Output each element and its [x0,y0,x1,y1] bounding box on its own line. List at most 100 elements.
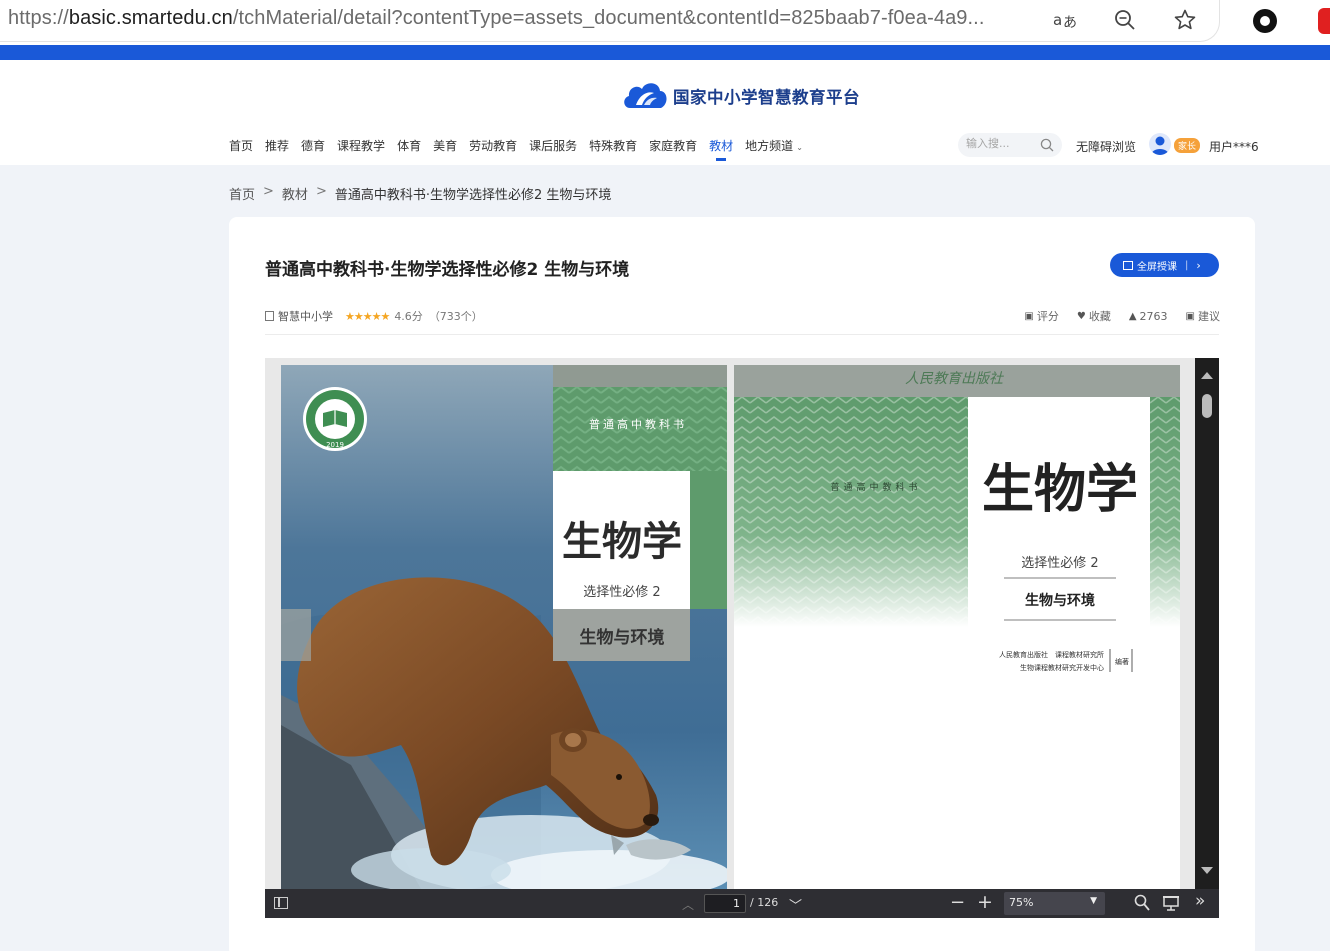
nav-item-label: 地方频道 [745,139,794,153]
thumbs-up-icon: ▲ [1128,310,1137,322]
resource-actions: ▣ 评分 ♥ 收藏 ▲ 2763 ▣ 建议 [1006,308,1220,324]
heart-icon: ♥ [1076,310,1086,322]
nav-item-label: 教材 [709,139,734,153]
svg-text:a: a [1053,11,1062,29]
viewer-toolbar: ︿ / 126 ﹀ − + 75% ▼ » [265,889,1219,918]
browser-toolbar: https://basic.smartedu.cn/tchMaterial/de… [0,0,1330,45]
nav-item[interactable]: 家庭教育 [649,137,697,159]
nav-item-label: 推荐 [265,139,290,153]
suggest-label: 建议 [1198,310,1220,323]
like-button[interactable]: ▲ 2763 [1129,308,1168,324]
breadcrumb-separator: > [315,184,327,199]
scroll-down-icon[interactable] [1201,867,1213,874]
scroll-up-icon[interactable] [1201,372,1213,379]
pdf-viewer[interactable]: 2019 普通高中教科书 生物学 选择性必修 2 生物与环境 人民教育出版社 普… [265,358,1219,918]
page-total: / 126 [750,896,779,909]
nav-item-label: 特殊教育 [589,139,638,153]
url-text[interactable]: https://basic.smartedu.cn/tchMaterial/de… [8,7,984,30]
breadcrumb-textbooks[interactable]: 教材 [282,184,308,203]
site-search[interactable] [958,133,1062,157]
cloud-logo-icon [624,83,667,108]
nav-item[interactable]: 体育 [397,137,421,159]
title-page-series: 普通高中教科书 [830,481,921,493]
rate-label: 评分 [1036,310,1059,323]
site-logo[interactable]: 国家中小学智慧教育平台 [622,78,860,114]
bookmark-star-icon[interactable] [1171,6,1199,34]
rating-count: （733个） [428,310,483,323]
extension-icon[interactable] [1252,8,1278,34]
page-number-input[interactable] [704,894,746,913]
comment-icon: ▣ [1024,310,1034,322]
favorite-label: 收藏 [1088,310,1111,323]
chevron-down-icon: ▼ [1090,896,1097,906]
next-page-icon[interactable]: ﹀ [789,895,802,914]
title-page-editors-role: 编著 [1115,657,1129,666]
nav-item-label: 体育 [397,139,422,153]
zoom-icon[interactable] [1111,6,1139,34]
cover-volume: 选择性必修 2 [583,585,660,600]
breadcrumb-home[interactable]: 首页 [229,184,255,203]
nav-item[interactable]: 课程教学 [337,137,385,159]
nav-item-label: 首页 [229,139,254,153]
nav-item[interactable]: 劳动教育 [469,137,517,159]
previous-page-icon[interactable]: ︿ [682,896,694,913]
nav-item-label: 美育 [433,139,458,153]
scrollbar-thumb[interactable] [1202,394,1212,418]
nav-item[interactable]: 特殊教育 [589,137,637,159]
site-logo-text: 国家中小学智慧教育平台 [673,88,860,107]
find-icon[interactable] [1134,894,1150,912]
nav-item[interactable]: 美育 [433,137,457,159]
nav-item[interactable]: 首页 [229,137,253,159]
chevron-down-icon: ⌄ [796,143,803,152]
chevron-right-icon: › [1196,258,1201,272]
divider [265,334,1219,335]
fullscreen-label: 全屏授课 [1137,261,1177,273]
nav-item[interactable]: 地方频道 ⌄ [745,137,803,159]
cover-subject: 生物学 [562,518,682,565]
more-tools-icon[interactable]: » [1195,891,1205,911]
rate-button[interactable]: ▣ 评分 [1024,308,1058,324]
nav-item[interactable]: 德育 [301,137,325,159]
breadcrumb-separator: > [263,184,274,199]
site-top-strip [0,45,1330,60]
nav-item[interactable]: 教材 [709,137,734,161]
read-aloud-icon[interactable]: aあ [1052,6,1080,34]
nav-item-label: 德育 [301,139,326,153]
sidebar-toggle-icon[interactable] [274,897,288,909]
username[interactable]: 用户***6 [1209,138,1259,155]
breadcrumb: 首页 > 教材 > 普通高中教科书·生物学选择性必修2 生物与环境 [229,184,611,203]
page-title: 普通高中教科书·生物学选择性必修2 生物与环境 [265,260,630,280]
zoom-out-icon[interactable]: − [950,892,965,913]
book-title-page: 人民教育出版社 普通高中教科书 生物学 选择性必修 2 生物与环境 人民教育出版… [734,365,1180,889]
publisher-icon [265,311,274,321]
suggest-button[interactable]: ▣ 建议 [1186,308,1220,324]
cover-book-title: 生物与环境 [580,627,665,648]
cover-illustration: 2019 普通高中教科书 生物学 选择性必修 2 生物与环境 [281,365,727,889]
feedback-icon: ▣ [1185,310,1195,322]
favorite-button[interactable]: ♥ 收藏 [1077,308,1111,324]
search-input[interactable] [966,137,1036,150]
publisher-name: 智慧中小学 [278,310,333,323]
viewer-scrollbar[interactable] [1195,358,1219,889]
accessibility-link[interactable]: 无障碍浏览 [1076,138,1136,155]
presentation-mode-icon[interactable] [1163,895,1179,911]
site-header: 国家中小学智慧教育平台 首页 推荐 德育 课程教学 体育 美育 劳动教育 课后服务 特殊教育 家庭… [0,60,1330,165]
address-bar[interactable]: https://basic.smartedu.cn/tchMaterial/de… [0,0,1220,42]
nav-item[interactable]: 推荐 [265,137,289,159]
title-page-book-title: 生物与环境 [1025,592,1095,609]
like-count: 2763 [1139,309,1168,323]
search-icon[interactable] [1040,138,1054,152]
nav-item[interactable]: 课后服务 [529,137,577,159]
avatar[interactable] [1149,133,1171,155]
star-rating-icon: ★★★★★ [345,309,390,323]
fullscreen-teaching-button[interactable]: 全屏授课 | › [1110,253,1219,277]
zoom-in-icon[interactable]: + [977,891,993,913]
book-cover-page: 2019 普通高中教科书 生物学 选择性必修 2 生物与环境 [281,365,727,889]
extension-red-icon[interactable] [1318,8,1330,34]
zoom-select[interactable]: 75% ▼ [1004,892,1105,915]
role-badge: 家长 [1174,138,1201,153]
title-page-editors-1: 人民教育出版社 课程教材研究所 [999,650,1104,659]
title-page-editors-2: 生物课程教材研究开发中心 [1020,663,1104,672]
nav-item-label: 课后服务 [529,139,578,153]
zoom-value: 75% [1009,896,1034,909]
